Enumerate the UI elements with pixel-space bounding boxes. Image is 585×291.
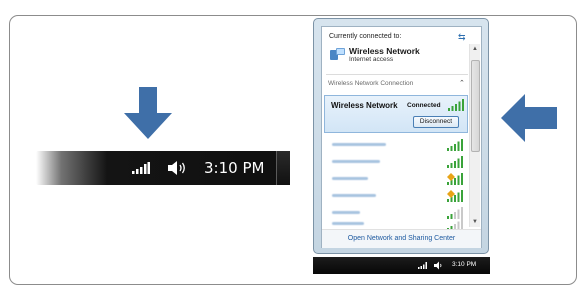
illustration-frame bbox=[9, 15, 577, 285]
taskbar: 3:10 PM bbox=[36, 151, 290, 185]
blurred-network-name bbox=[332, 143, 386, 146]
taskbar-clock[interactable]: 3:10 PM bbox=[204, 159, 264, 177]
current-network: Wireless Network Internet access bbox=[328, 45, 468, 65]
blurred-network-name bbox=[332, 177, 368, 180]
blurred-network-name bbox=[332, 160, 380, 163]
taskbar: 3:10 PM bbox=[313, 257, 490, 274]
connected-header: Currently connected to: bbox=[329, 33, 402, 40]
section-title: Wireless Network Connection bbox=[328, 80, 414, 87]
refresh-icon[interactable]: ⇆ bbox=[458, 32, 466, 43]
left-arrow-icon bbox=[501, 94, 557, 142]
disconnect-button[interactable]: Disconnect bbox=[413, 116, 459, 128]
down-arrow-icon bbox=[124, 87, 172, 139]
wifi-signal-icon bbox=[447, 207, 463, 219]
wifi-signal-icon[interactable] bbox=[418, 262, 428, 269]
taskbar-clock[interactable]: 3:10 PM bbox=[452, 261, 476, 268]
network-list-item[interactable] bbox=[324, 154, 468, 170]
blurred-network-name bbox=[332, 211, 360, 214]
unsecured-wifi-signal-icon bbox=[447, 173, 463, 185]
wifi-signal-icon bbox=[447, 219, 463, 229]
network-list-scrollbar[interactable]: ▲ ▼ bbox=[469, 44, 480, 227]
divider bbox=[326, 74, 468, 75]
scroll-down-icon[interactable]: ▼ bbox=[472, 219, 478, 225]
network-sharing-center-link[interactable]: Open Network and Sharing Center bbox=[322, 235, 481, 242]
blurred-network-name bbox=[332, 222, 364, 225]
network-list-panel: Currently connected to: ⇆ Wireless Netwo… bbox=[321, 26, 482, 248]
network-list-item[interactable] bbox=[324, 171, 468, 187]
show-desktop-button[interactable] bbox=[276, 151, 290, 185]
wifi-signal-icon bbox=[448, 99, 464, 111]
network-list-item[interactable] bbox=[324, 219, 468, 229]
selected-network-row[interactable]: Wireless Network Connected Disconnect bbox=[324, 95, 468, 133]
wifi-signal-icon bbox=[447, 139, 463, 151]
wifi-signal-icon bbox=[447, 156, 463, 168]
collapse-chevron-icon[interactable]: ⌃ bbox=[459, 79, 465, 87]
scroll-up-icon[interactable]: ▲ bbox=[472, 46, 478, 52]
wifi-signal-icon[interactable] bbox=[132, 162, 150, 174]
flyout-footer: Open Network and Sharing Center bbox=[322, 229, 481, 248]
network-list-item[interactable] bbox=[324, 137, 468, 153]
scrollbar-thumb[interactable] bbox=[471, 60, 480, 152]
unsecured-wifi-signal-icon bbox=[447, 190, 463, 202]
speaker-icon[interactable] bbox=[434, 261, 444, 270]
network-list-item[interactable] bbox=[324, 188, 468, 204]
wireless-network-flyout: Currently connected to: ⇆ Wireless Netwo… bbox=[313, 18, 489, 254]
selected-network-status: Connected bbox=[407, 102, 441, 109]
network-computer-icon bbox=[330, 48, 345, 60]
current-network-name: Wireless Network bbox=[349, 46, 420, 56]
blurred-network-name bbox=[332, 194, 376, 197]
speaker-icon[interactable] bbox=[167, 160, 187, 176]
current-network-status: Internet access bbox=[349, 56, 394, 63]
selected-network-name: Wireless Network bbox=[331, 101, 398, 110]
